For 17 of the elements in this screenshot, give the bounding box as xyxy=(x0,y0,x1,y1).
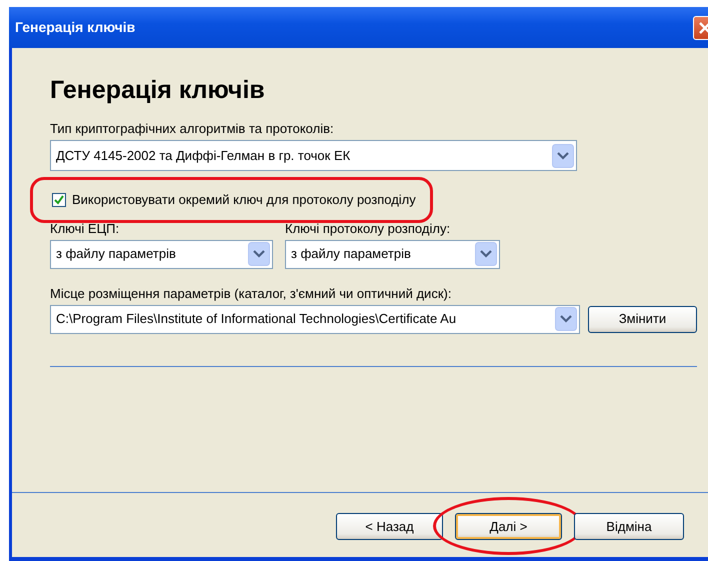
window-title: Генерація ключів xyxy=(15,18,136,37)
checkbox-label: Використовувати окремий ключ для протоколу розподілу xyxy=(72,191,416,209)
exchange-keys-label: Ключі протоколу розподілу: xyxy=(285,220,452,236)
cancel-button[interactable]: Відміна xyxy=(574,513,684,540)
page-heading: Генерація ключів xyxy=(50,75,266,105)
checkbox[interactable] xyxy=(52,192,66,207)
signature-keys-label: Ключі ЕЦП: xyxy=(50,220,120,236)
back-button[interactable]: < Назад xyxy=(336,513,443,540)
signature-keys-dropdown[interactable]: з файлу параметрів xyxy=(50,240,273,268)
close-icon xyxy=(698,20,708,34)
exchange-keys-dropdown[interactable]: з файлу параметрів xyxy=(285,240,500,268)
next-button[interactable]: Далі > xyxy=(455,513,562,540)
location-label: Місце розміщення параметрів (каталог, з'ємний чи оптичний диск): xyxy=(50,286,452,302)
change-button[interactable]: Змінити xyxy=(588,306,697,332)
algorithm-label: Тип криптографічних алгоритмів та протоколів: xyxy=(50,121,335,137)
location-dropdown[interactable]: C:\Program Files\Institute of Informational Technologies\Certificate Au xyxy=(50,304,580,334)
algorithm-dropdown[interactable]: ДСТУ 4145-2002 та Диффі-Гелман в гр. точок ЕК xyxy=(50,140,577,171)
